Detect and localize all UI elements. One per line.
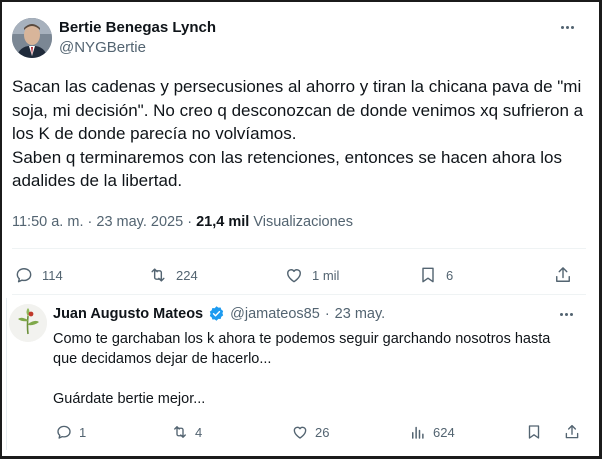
views-count: 21,4 mil xyxy=(196,214,250,230)
reply-button[interactable]: 1 xyxy=(55,422,86,442)
reply-icon xyxy=(16,268,32,283)
reply-actions: 1 4 26 624 xyxy=(53,422,583,442)
tweet-actions: 114 224 1 mil 6 xyxy=(12,263,578,287)
bookmark-button[interactable]: 6 xyxy=(418,263,453,287)
meta-separator: · xyxy=(87,214,93,230)
repost-icon xyxy=(174,426,186,438)
reply-author-handle[interactable]: @jamateos85 xyxy=(230,306,320,322)
repost-count: 4 xyxy=(195,424,203,440)
like-button[interactable]: 26 xyxy=(291,422,329,442)
tweet-meta: 11:50 a. m. · 23 may. 2025 · 21,4 mil Vi… xyxy=(12,214,353,230)
tweet-card: Bertie Benegas Lynch @NYGBertie Sacan la… xyxy=(4,4,596,452)
verified-icon xyxy=(209,306,224,321)
views-count: 624 xyxy=(433,424,455,440)
bookmark-icon xyxy=(422,267,434,283)
reply-icon xyxy=(57,425,71,439)
author-handle[interactable]: @NYGBertie xyxy=(59,39,146,56)
reply-date[interactable]: 23 may. xyxy=(335,306,386,322)
avatar[interactable] xyxy=(12,18,52,58)
like-button[interactable]: 1 mil xyxy=(284,263,339,287)
reply-text-line: Guárdate bertie mejor... xyxy=(53,391,206,407)
like-count: 1 mil xyxy=(312,267,340,283)
views-icon xyxy=(412,426,424,439)
more-icon[interactable] xyxy=(555,306,577,322)
bookmark-count: 6 xyxy=(446,267,454,283)
views-button[interactable]: 624 xyxy=(409,422,455,442)
reply-count: 1 xyxy=(79,424,87,440)
reply-text-line: Como te garchaban los k ahora te podemos… xyxy=(53,331,551,367)
share-button[interactable] xyxy=(553,263,573,287)
reply-button[interactable]: 114 xyxy=(14,263,63,287)
reply-count: 114 xyxy=(42,267,63,283)
repost-icon xyxy=(151,268,165,282)
like-icon xyxy=(287,269,301,283)
repost-button[interactable]: 4 xyxy=(171,422,202,442)
tweet-text-paragraph: Saben q terminaremos con las retenciones… xyxy=(12,147,562,191)
share-button[interactable] xyxy=(563,422,581,442)
repost-button[interactable]: 224 xyxy=(148,263,198,287)
repost-count: 224 xyxy=(176,267,198,283)
share-icon xyxy=(556,267,570,282)
views-label: Visualizaciones xyxy=(253,214,353,230)
avatar[interactable] xyxy=(9,304,47,342)
tweet-date[interactable]: 23 may. 2025 xyxy=(96,214,183,230)
tweet-text-paragraph: Sacan las cadenas y persecusiones al aho… xyxy=(12,77,584,143)
reply-card[interactable]: Juan Augusto Mateos @jamateos85 · 23 may… xyxy=(6,298,590,450)
divider xyxy=(12,248,586,249)
tweet-time[interactable]: 11:50 a. m. xyxy=(12,214,83,230)
tweet-text: Sacan las cadenas y persecusiones al aho… xyxy=(12,75,592,193)
reply-separator: · xyxy=(324,305,330,322)
like-count: 26 xyxy=(315,424,330,440)
like-icon xyxy=(293,426,307,439)
meta-separator: · xyxy=(187,214,193,230)
divider xyxy=(12,294,586,295)
more-icon[interactable] xyxy=(556,18,578,36)
reply-text: Como te garchaban los k ahora te podemos… xyxy=(53,329,573,409)
author-name[interactable]: Bertie Benegas Lynch xyxy=(59,19,216,36)
share-icon xyxy=(565,424,579,439)
bookmark-button[interactable] xyxy=(525,422,543,442)
reply-author-name[interactable]: Juan Augusto Mateos xyxy=(53,306,203,322)
reply-header: Juan Augusto Mateos @jamateos85 · 23 may… xyxy=(53,305,385,322)
bookmark-icon xyxy=(528,425,540,439)
